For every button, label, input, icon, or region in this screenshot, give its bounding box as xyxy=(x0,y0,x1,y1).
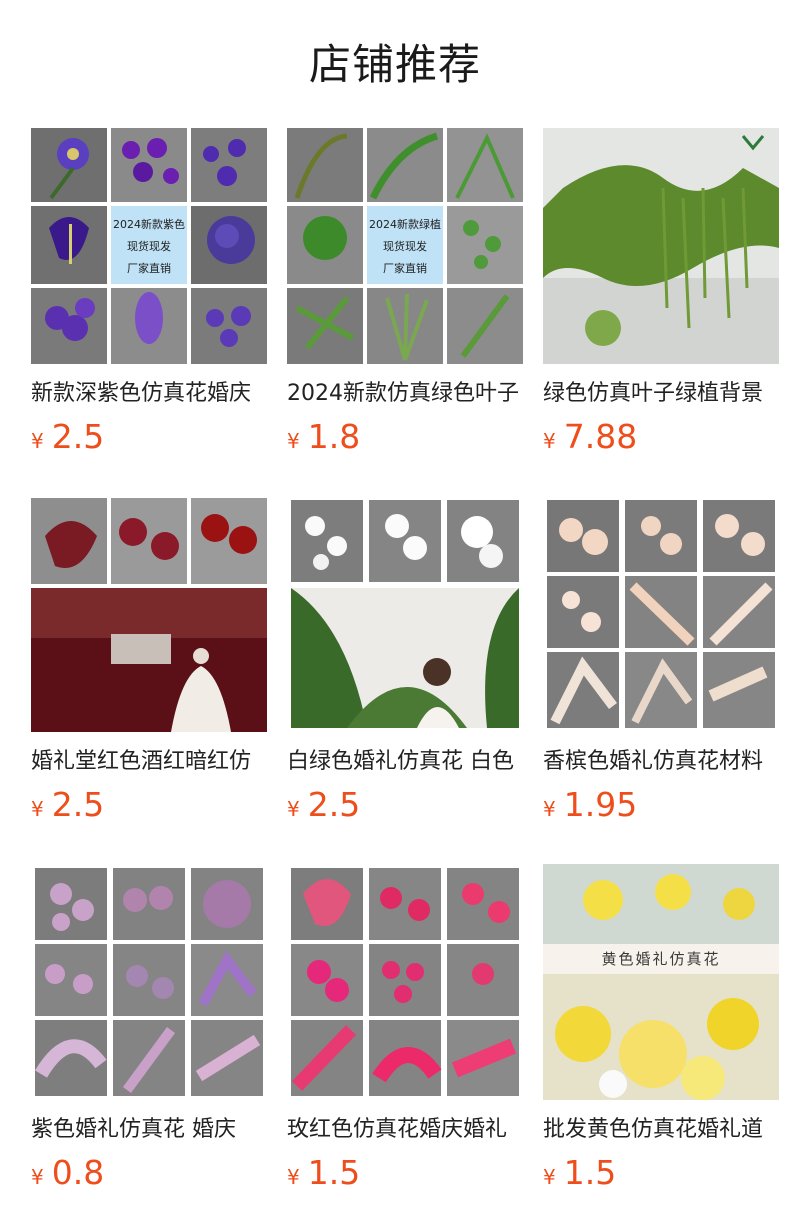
product-name[interactable]: 白绿色婚礼仿真花 白色 xyxy=(287,747,523,777)
price-value: 0.8 xyxy=(51,1153,105,1192)
page-title: 店铺推荐 xyxy=(308,40,481,89)
product-card[interactable]: 白绿色婚礼仿真花 白色 ¥2.5 xyxy=(287,496,523,833)
product-name[interactable]: 批发黄色仿真花婚礼道 xyxy=(543,1115,779,1145)
currency-symbol: ¥ xyxy=(543,429,556,453)
product-price: ¥1.5 xyxy=(543,1151,779,1201)
product-banner-text: 黄色婚礼仿真花 xyxy=(601,950,721,968)
currency-symbol: ¥ xyxy=(543,797,556,821)
currency-symbol: ¥ xyxy=(31,797,44,821)
product-card[interactable]: 紫色婚礼仿真花 婚庆 ¥0.8 xyxy=(31,864,267,1201)
currency-symbol: ¥ xyxy=(31,1165,44,1189)
product-card[interactable]: 绿色仿真叶子绿植背景 ¥7.88 xyxy=(543,128,779,465)
product-image[interactable] xyxy=(287,496,523,732)
currency-symbol: ¥ xyxy=(287,429,300,453)
currency-symbol: ¥ xyxy=(287,1165,300,1189)
price-value: 1.5 xyxy=(307,1153,361,1192)
product-name[interactable]: 绿色仿真叶子绿植背景 xyxy=(543,379,779,409)
overlay-line-3: 厂家直销 xyxy=(127,262,171,275)
product-name[interactable]: 新款深紫色仿真花婚庆 xyxy=(31,379,267,409)
product-price: ¥1.8 xyxy=(287,415,523,465)
product-card[interactable]: 玫红色仿真花婚庆婚礼 ¥1.5 xyxy=(287,864,523,1201)
product-name[interactable]: 婚礼堂红色酒红暗红仿 xyxy=(31,747,267,777)
product-image[interactable]: 2024新款绿植 现货现发 厂家直销 xyxy=(287,128,523,364)
product-price: ¥7.88 xyxy=(543,415,779,465)
product-card[interactable]: 婚礼堂红色酒红暗红仿 ¥2.5 xyxy=(31,496,267,833)
product-name[interactable]: 香槟色婚礼仿真花材料 xyxy=(543,747,779,777)
product-price: ¥2.5 xyxy=(287,783,523,833)
product-card[interactable]: 2024新款紫色 现货现发 厂家直销 新款深紫色仿真花婚庆 ¥2.5 xyxy=(31,128,267,465)
overlay-line-2: 现货现发 xyxy=(127,240,171,253)
product-price: ¥0.8 xyxy=(31,1151,267,1201)
product-image[interactable] xyxy=(543,496,779,732)
price-value: 2.5 xyxy=(51,785,105,824)
product-image[interactable] xyxy=(31,496,267,732)
overlay-line-3: 厂家直销 xyxy=(383,262,427,275)
currency-symbol: ¥ xyxy=(543,1165,556,1189)
overlay-line-2: 现货现发 xyxy=(383,240,427,253)
price-value: 1.8 xyxy=(307,417,361,456)
product-price: ¥1.95 xyxy=(543,783,779,833)
price-value: 2.5 xyxy=(307,785,361,824)
product-card[interactable]: 2024新款绿植 现货现发 厂家直销 2024新款仿真绿色叶子 ¥1.8 xyxy=(287,128,523,465)
price-value: 1.5 xyxy=(563,1153,617,1192)
price-value: 2.5 xyxy=(51,417,105,456)
product-card[interactable]: 黄色婚礼仿真花 批发黄色仿真花婚礼道 ¥1.5 xyxy=(543,864,779,1201)
currency-symbol: ¥ xyxy=(287,797,300,821)
product-price: ¥2.5 xyxy=(31,415,267,465)
product-image[interactable]: 2024新款紫色 现货现发 厂家直销 xyxy=(31,128,267,364)
product-image[interactable] xyxy=(31,864,267,1100)
product-image[interactable] xyxy=(287,864,523,1100)
product-image[interactable]: 黄色婚礼仿真花 xyxy=(543,864,779,1100)
price-value: 7.88 xyxy=(563,417,638,456)
product-name[interactable]: 2024新款仿真绿色叶子 xyxy=(287,379,523,409)
product-price: ¥2.5 xyxy=(31,783,267,833)
product-image[interactable] xyxy=(543,128,779,364)
price-value: 1.95 xyxy=(563,785,638,824)
overlay-line-1: 2024新款紫色 xyxy=(113,218,185,231)
product-card[interactable]: 香槟色婚礼仿真花材料 ¥1.95 xyxy=(543,496,779,833)
product-name[interactable]: 玫红色仿真花婚庆婚礼 xyxy=(287,1115,523,1145)
product-price: ¥1.5 xyxy=(287,1151,523,1201)
product-name[interactable]: 紫色婚礼仿真花 婚庆 xyxy=(31,1115,267,1145)
overlay-line-1: 2024新款绿植 xyxy=(369,218,441,231)
currency-symbol: ¥ xyxy=(31,429,44,453)
